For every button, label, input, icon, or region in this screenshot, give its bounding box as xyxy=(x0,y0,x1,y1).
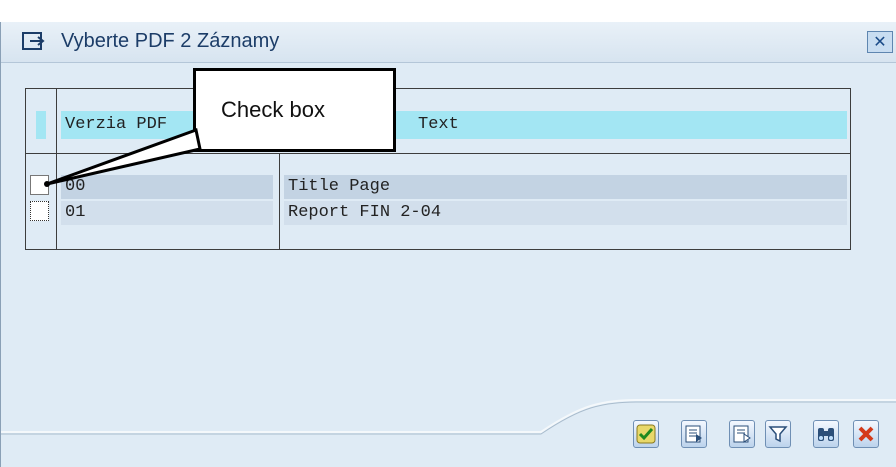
row-text-cell[interactable]: Title Page xyxy=(284,175,847,199)
row-text-cell[interactable]: Report FIN 2-04 xyxy=(284,201,847,225)
checkbox-callout: Check box xyxy=(193,68,396,152)
deselect-all-icon xyxy=(733,425,751,443)
header-divider xyxy=(26,153,850,154)
dialog-title: Vyberte PDF 2 Záznamy xyxy=(61,30,280,52)
pdf-versions-table: Verzia PDF Text 00 Title Page 01 Report … xyxy=(25,88,851,250)
row-version-cell[interactable]: 00 xyxy=(61,175,273,199)
column-divider xyxy=(56,89,57,249)
filter-icon xyxy=(768,426,788,443)
find-button[interactable] xyxy=(813,420,839,448)
deselect-all-button[interactable] xyxy=(729,420,755,448)
row-checkbox[interactable] xyxy=(30,201,49,221)
row-version-cell[interactable]: 01 xyxy=(61,201,273,225)
close-button[interactable]: ✕ xyxy=(867,31,893,53)
column-header-text[interactable]: Text xyxy=(418,111,478,139)
select-pdf-dialog: Vyberte PDF 2 Záznamy ✕ Verzia PDF Text … xyxy=(0,22,896,467)
row-checkbox[interactable] xyxy=(30,175,49,195)
checkmark-icon xyxy=(636,424,656,444)
cancel-icon xyxy=(858,426,874,442)
dialog-window-icon xyxy=(22,32,45,50)
select-all-button[interactable] xyxy=(681,420,707,448)
dialog-titlebar: Vyberte PDF 2 Záznamy ✕ xyxy=(1,22,896,63)
binoculars-icon xyxy=(818,428,834,441)
column-divider xyxy=(279,153,280,249)
select-all-icon xyxy=(685,425,702,443)
filter-button[interactable] xyxy=(765,420,791,448)
select-all-column-header[interactable] xyxy=(36,111,46,139)
cancel-button[interactable] xyxy=(853,420,879,448)
confirm-button[interactable] xyxy=(633,420,659,448)
top-strip xyxy=(0,0,896,22)
